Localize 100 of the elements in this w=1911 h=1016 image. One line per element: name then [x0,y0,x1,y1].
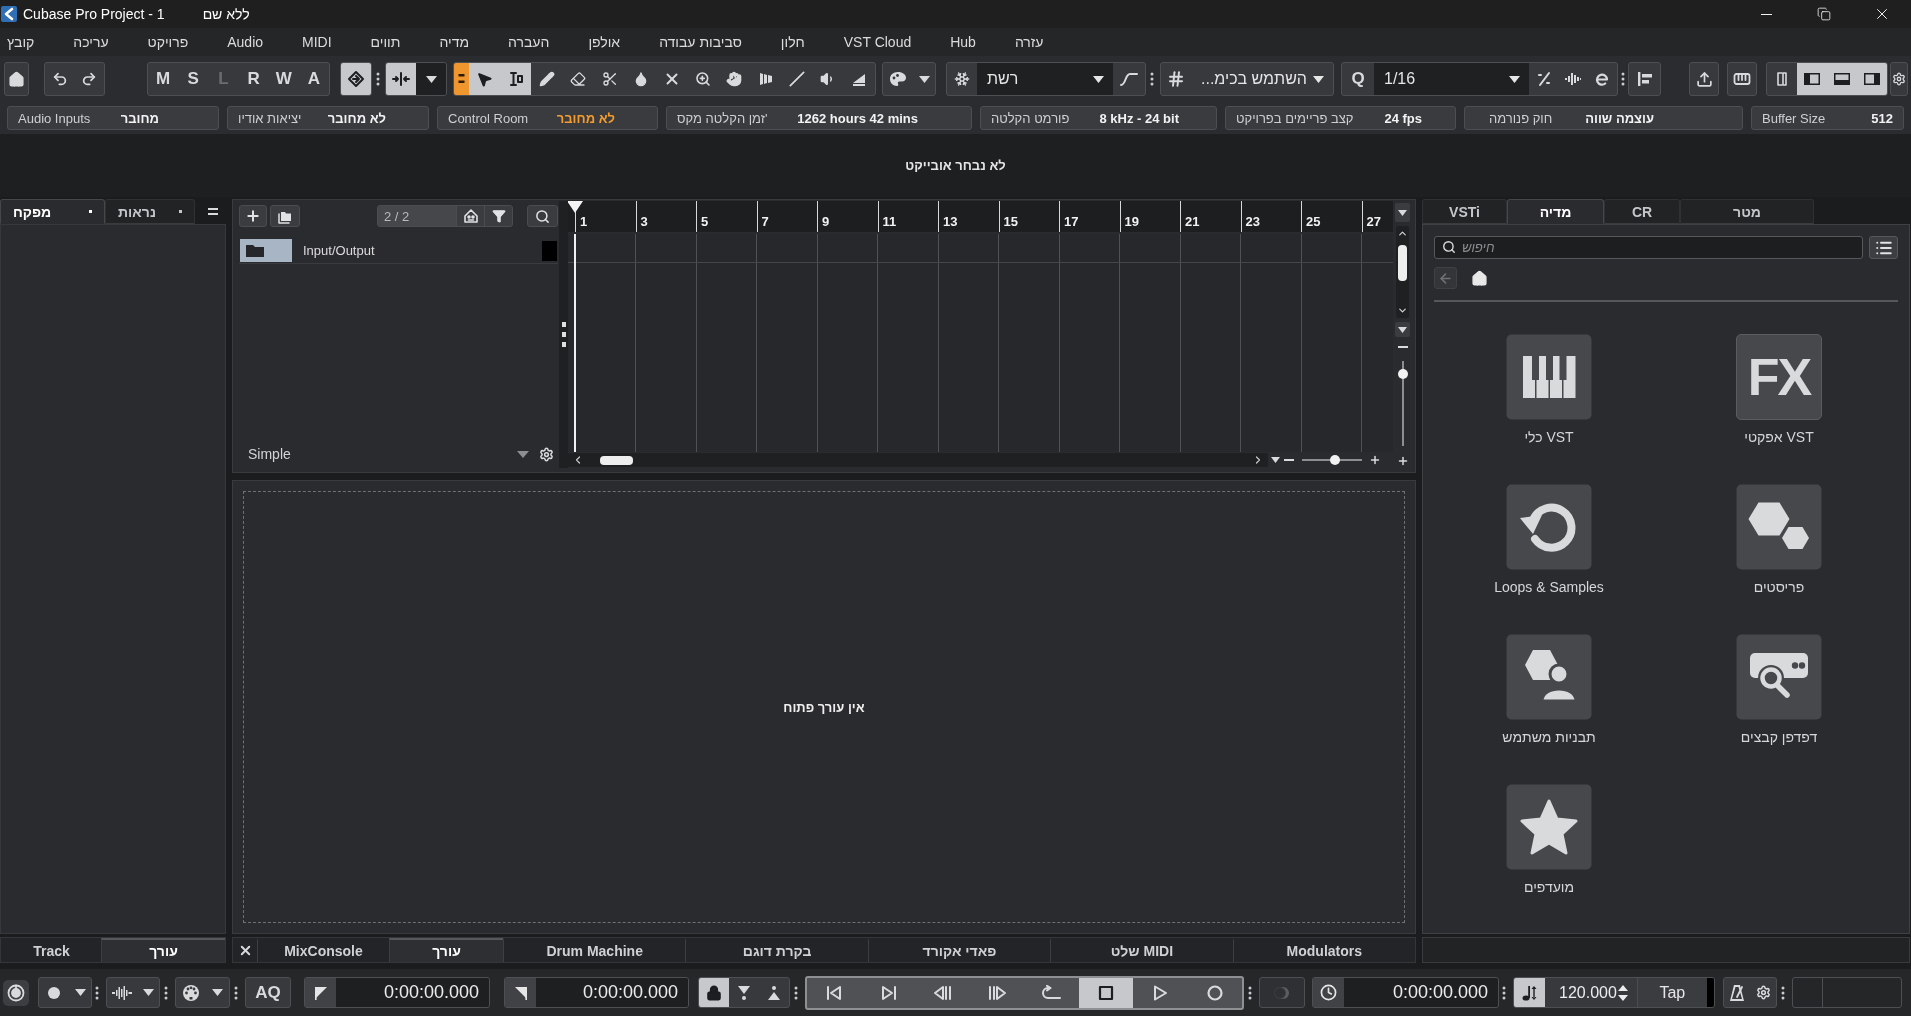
lock-button[interactable] [699,978,729,1007]
scrollbar-thumb[interactable] [600,455,633,465]
menu-item[interactable]: מדיה [439,34,470,50]
menu-item[interactable]: עריכה [73,34,109,50]
menu-item[interactable]: Hub [950,34,976,50]
grip-dots-icon[interactable] [1150,72,1154,86]
menu-item[interactable]: עזרה [1014,34,1044,50]
tempo-value[interactable]: 120.000 [1545,978,1637,1007]
snap-type-dropdown[interactable]: רשת [977,63,1113,95]
layout-toggle-button[interactable] [1797,63,1827,95]
panel-tab[interactable]: מדיה [1507,199,1604,224]
zone-tab[interactable]: עורך [389,938,503,962]
channel-toggle-button[interactable]: W [268,63,299,95]
zoom-preset-button[interactable] [1395,322,1410,337]
auto-quantize-button[interactable]: AQ [246,978,290,1007]
add-folder-button[interactable] [270,205,300,227]
grip-dots-icon[interactable] [1248,985,1252,1000]
panel-tab[interactable]: נראות [105,199,195,224]
search-button[interactable] [527,205,558,227]
bars-icon [757,71,774,87]
settings-button[interactable] [538,446,554,462]
menu-item[interactable]: חלון [780,34,805,50]
track-name: Input/Output [303,243,375,258]
grip-dots-icon[interactable] [234,985,238,1000]
menu-item[interactable]: Audio [227,34,264,50]
tool-button[interactable] [500,63,532,95]
diamond-arrow-icon [347,70,365,88]
slider-thumb[interactable] [1397,368,1408,379]
grip-dots-icon[interactable] [1502,985,1506,1000]
scissors-icon [601,71,618,87]
dropdown-button[interactable] [416,63,446,95]
home-icon [8,70,25,88]
dial-icon [7,983,25,1002]
add-track-button[interactable] [239,205,267,227]
menu-item[interactable]: תווים [370,34,401,50]
empty-editor-message: אין עורך פתוח [783,699,865,715]
slider-thumb[interactable] [1330,455,1340,465]
auto-scroll-button[interactable] [341,63,371,95]
channel-toggle-button[interactable]: R [238,63,269,95]
media-category-button[interactable]: מועדפים [1506,784,1592,895]
sync-button[interactable] [3,979,29,1006]
menu-icon [208,208,218,215]
media-category-button[interactable]: Loops & Samples [1494,484,1604,595]
grip-dots-icon[interactable] [95,985,99,1000]
grip-dots-icon[interactable] [794,985,798,1000]
time-display[interactable]: 0:00:00.000 [1344,978,1498,1007]
grip-dots-icon[interactable] [376,72,380,86]
caret-down-icon [1093,75,1104,83]
media-category-button[interactable]: כלי VST [1506,334,1592,445]
skip-back-icon [825,984,844,1001]
zoom-preset-button[interactable] [1395,203,1410,222]
constrain-button[interactable] [386,63,416,95]
visibility-preset[interactable]: Simple [248,446,291,462]
tool-handle-icon[interactable] [454,63,469,95]
zone-tab[interactable]: Track [1,938,101,962]
search-icon [535,208,550,224]
media-category-button[interactable]: תבניות משתמש [1502,634,1596,745]
menu-item[interactable]: פרויקט [147,34,189,50]
grip-dots-icon[interactable] [1781,985,1785,1000]
vertical-scrollbar[interactable] [1396,226,1409,318]
transport-button[interactable] [1078,977,1134,1008]
status-label: קצב פריימים בפרויקט [1236,110,1354,126]
menu-item[interactable]: VST Cloud [843,34,912,50]
horizontal-scrollbar[interactable] [568,453,1268,467]
menu-item[interactable]: העברה [508,34,550,50]
media-category-button[interactable]: דפדפן קבצים [1736,634,1822,745]
preset-menu-button[interactable] [516,450,530,458]
back-button[interactable] [1434,267,1457,289]
status-value: עוצמה שווה [1585,110,1654,126]
tool-button[interactable] [468,63,501,95]
list-view-button[interactable] [1869,236,1898,259]
home-button[interactable] [1469,268,1489,288]
panel-tab[interactable]: VSTi [1422,199,1507,224]
playhead-marker[interactable] [568,201,583,213]
search-field[interactable]: חיפוש [1434,236,1863,259]
caret-down-icon [1313,75,1324,83]
menu-item[interactable]: אולפן [588,34,621,50]
menu-item[interactable]: סביבות עבודה [659,34,742,50]
channel-toggle-button[interactable]: M [148,63,179,95]
menu-item[interactable]: MIDI [302,34,332,50]
menu-item[interactable]: קובץ [7,34,35,50]
app-logo-icon [1,6,17,22]
left-panel-icon [1803,71,1821,87]
cycle-arrow-icon [1041,984,1062,1001]
scrollbar-thumb[interactable] [1398,245,1407,281]
grip-dots-icon[interactable] [1621,72,1625,86]
channel-toggle-button[interactable]: A [298,63,329,95]
channel-toggle-button[interactable]: S [178,63,209,95]
panel-tab[interactable]: מטר [1680,199,1814,224]
quantize-value-dropdown[interactable]: 1/16 [1374,63,1529,95]
caret-down-icon [918,75,930,83]
grip-dots-icon[interactable] [164,985,168,1000]
narrow-strip [1706,978,1714,1007]
zoom-in-button[interactable] [1368,454,1382,466]
quantize-button[interactable]: Q [1342,63,1374,95]
panel-tab[interactable]: CR [1604,199,1680,224]
layout-toggle-button[interactable] [1857,63,1887,95]
zone-tab[interactable]: עורך [101,938,225,962]
media-category-button[interactable]: פריסטים [1736,484,1822,595]
panel-tab[interactable]: מפקח [0,199,105,224]
